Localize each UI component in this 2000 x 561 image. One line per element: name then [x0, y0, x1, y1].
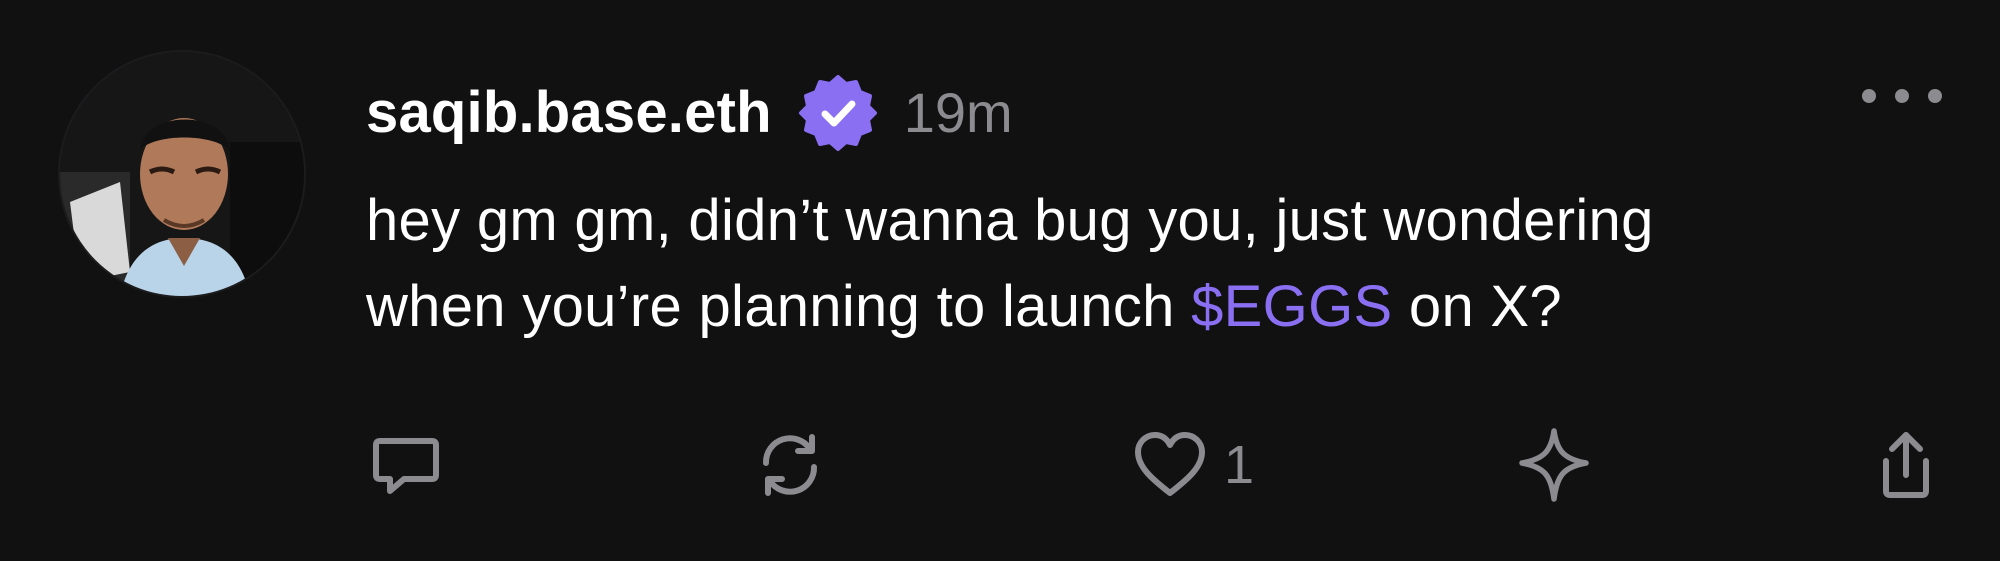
dot: [1895, 89, 1909, 103]
bookmark-button[interactable]: [1512, 420, 1596, 510]
cashtag-link[interactable]: $EGGS: [1191, 274, 1392, 339]
post-timestamp[interactable]: 19m: [904, 85, 1013, 141]
recast-icon: [762, 434, 818, 496]
comment-icon: [373, 438, 439, 494]
cast-post: saqib.base.eth 19m hey gm gm, didn’t wan…: [0, 0, 2000, 561]
post-text-suffix: on X?: [1392, 274, 1562, 339]
recast-button[interactable]: [750, 420, 830, 510]
post-text-prefix: when you’re planning to launch: [366, 274, 1192, 339]
post-text-line-1: hey gm gm, didn’t wanna bug you, just wo…: [366, 188, 1654, 253]
share-button[interactable]: [1866, 420, 1946, 510]
sparkle-star-icon: [1519, 428, 1589, 502]
like-count: 1: [1224, 435, 1255, 495]
share-icon: [1883, 432, 1929, 498]
more-options-icon[interactable]: [1862, 74, 1942, 118]
action-bar: 1: [366, 420, 1946, 510]
like-button[interactable]: 1: [1130, 420, 1254, 510]
author-username[interactable]: saqib.base.eth: [366, 84, 772, 142]
verified-badge-icon: [798, 73, 878, 153]
post-text-line-2: when you’re planning to launch $EGGS on …: [366, 264, 1926, 350]
dot: [1862, 89, 1876, 103]
heart-icon: [1135, 432, 1205, 496]
post-text: hey gm gm, didn’t wanna bug you, just wo…: [366, 178, 1926, 350]
avatar[interactable]: [60, 52, 304, 296]
reply-button[interactable]: [366, 420, 446, 510]
avatar-photo: [60, 52, 304, 296]
dot: [1928, 89, 1942, 103]
post-header: saqib.base.eth 19m: [366, 70, 1013, 156]
